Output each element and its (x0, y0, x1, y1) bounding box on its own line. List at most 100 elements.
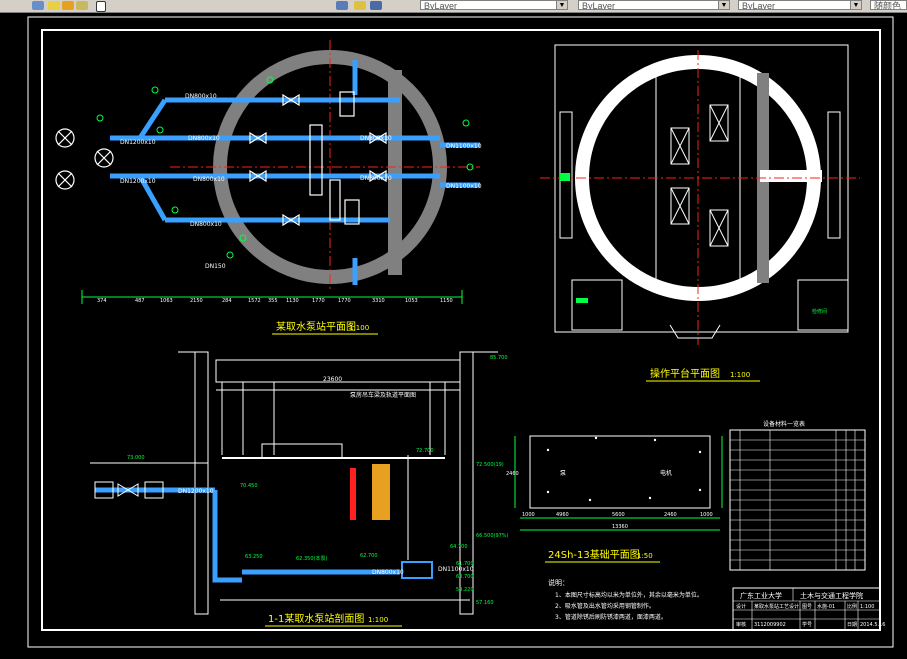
layer-stack-icon[interactable] (336, 1, 348, 10)
elevation-label: 73.000 (127, 455, 145, 461)
pipe-label: DN1200x10 (120, 139, 156, 146)
pipe-label: DN800x10 (193, 176, 225, 183)
platform-scale: 1:100 (730, 371, 750, 379)
pipe-label: DN1200x10 (178, 488, 214, 495)
title-cell: 水施-01 (817, 603, 835, 610)
equipment-table-grid (730, 430, 865, 570)
sun-icon[interactable] (62, 1, 74, 10)
title-cell: 设计 (736, 603, 746, 610)
platform-title: 操作平台平面图 (650, 367, 720, 380)
dimension-text: 1130 (286, 298, 299, 304)
elevation-label: 72.500(19) (476, 462, 504, 468)
foundation-scale: 1:50 (637, 552, 653, 560)
dimension-text: 1000 (522, 512, 535, 518)
elevation-label: 63.250 (245, 554, 263, 560)
lineweight-dropdown-value: ByLayer (742, 1, 776, 10)
equipment-table: 设备材料一览表 (729, 420, 866, 571)
equipment-table-title: 设备材料一览表 (763, 420, 805, 428)
pipe-label: DN800x10 (185, 93, 217, 100)
dimension-text: 4960 (556, 512, 569, 518)
platform-hatches (670, 104, 729, 247)
section-wall-left (194, 351, 209, 615)
pump-station-plan: DN800x10 DN1200x10 DN1200x10 DN800x10 DN… (55, 40, 482, 335)
school-name: 土木与交通工程学院 (800, 591, 863, 600)
dimension-text: 487 (135, 298, 145, 304)
dimension-text: 1150 (440, 298, 453, 304)
dimension-text: 1063 (160, 298, 173, 304)
pipe-label: DN800x10 (360, 175, 392, 182)
note-line: 3、管道除锈后刷防锈漆两道，面漆两道。 (555, 613, 667, 621)
elevation-label: 62.700 (360, 553, 378, 559)
dimension-text: 1572 (248, 298, 261, 304)
foundation-title: 24Sh-13基础平面图 (548, 548, 640, 561)
pipe-label: DN800x10 (372, 569, 404, 576)
color-dropdown-value: ByLayer (424, 1, 458, 10)
elevation-label: 57.160 (476, 600, 494, 606)
pipe-label: DN1100x10 (446, 183, 482, 190)
foundation-outline (529, 435, 711, 509)
title-cell: 2014.5.16 (860, 622, 885, 628)
section-pump-casing (401, 561, 433, 579)
linetype-dropdown-value: ByLayer (582, 1, 616, 10)
title-cell: 图号 (802, 604, 812, 610)
color-square-icon[interactable] (96, 1, 106, 12)
section-scale: 1:100 (368, 616, 388, 624)
dimension-text: 355 (268, 298, 278, 304)
section-motor (350, 468, 356, 520)
chevron-down-icon: ▼ (556, 1, 567, 9)
foundation-bolts (546, 436, 702, 502)
layer-states-icon[interactable] (370, 1, 382, 10)
elevation-label: 85.700 (490, 355, 508, 361)
layer-previous-icon[interactable] (354, 1, 366, 10)
university-name: 广东工业大学 (740, 591, 782, 600)
title-cell: 1:100 (860, 604, 874, 610)
foundation-motor-label: 电机 (660, 469, 672, 477)
dimension-text: 1000 (700, 512, 713, 518)
elevation-label: 62.350(本泵) (296, 555, 327, 562)
foundation-pump-label: 泵 (560, 470, 566, 477)
dimension-text: 1770 (338, 298, 351, 304)
section-title: 1-1某取水泵站剖面图 (268, 612, 364, 625)
title-cell: 日期 (847, 622, 857, 628)
dimension-text: 2150 (190, 298, 203, 304)
title-cell: 某取水泵站工艺设计 (754, 603, 799, 610)
title-cell: 比例 (847, 603, 857, 610)
section-ladder (372, 464, 390, 520)
pipe-label: DN1100x10 (446, 143, 482, 150)
dimension-text: 2460 (664, 512, 677, 518)
dimension-text: 1053 (405, 298, 418, 304)
elevation-label: 59.220 (456, 587, 474, 593)
platform-access-bridge (760, 170, 822, 182)
dimension-text: 3310 (372, 298, 385, 304)
section-suction-pipe (212, 490, 242, 583)
notes-heading: 说明： (548, 578, 569, 587)
color-dropdown[interactable]: ByLayer ▼ (420, 0, 568, 10)
design-notes: 说明： 1、本图尺寸标高均以米为单位外，其余以毫米为单位。 2、吸水管及出水管均… (548, 578, 703, 621)
elevation-label: 66.500(97%) (476, 533, 509, 539)
drawing-canvas[interactable]: DN800x10 DN1200x10 DN1200x10 DN800x10 DN… (0, 12, 907, 659)
note-line: 1、本图尺寸标高均以米为单位外，其余以毫米为单位。 (555, 591, 703, 599)
lock-icon[interactable] (76, 1, 88, 10)
plan-pipes (110, 60, 480, 285)
pipe-label: DN1200x10 (120, 178, 156, 185)
lightbulb-icon[interactable] (48, 1, 60, 10)
section-note: 泵房吊车梁及轨道平面图 (350, 391, 416, 399)
plot-style-dropdown[interactable]: 随颜色 (870, 0, 907, 10)
note-line: 2、吸水管及出水管均采用钢管制作。 (555, 602, 655, 610)
linetype-dropdown[interactable]: ByLayer ▼ (578, 0, 730, 10)
plot-style-value: 随颜色 (874, 1, 902, 10)
layer-manager-icon[interactable] (32, 1, 44, 10)
dimension-text: 374 (97, 298, 107, 304)
chevron-down-icon: ▼ (718, 1, 729, 9)
plan-scale: 1:100 (349, 324, 369, 332)
platform-corner-room-left (571, 279, 623, 331)
chevron-down-icon: ▼ (850, 1, 861, 9)
pipe-label: DN800x10 (360, 135, 392, 142)
dimension-text: 284 (222, 298, 232, 304)
lineweight-dropdown[interactable]: ByLayer ▼ (738, 0, 862, 10)
pipe-label: DN1100x10 (438, 566, 474, 573)
pipe-label: DN800x10 (188, 135, 220, 142)
platform-marker-room (576, 298, 588, 303)
platform-side-door-right (827, 111, 841, 239)
dn-note: DN150 (205, 263, 226, 270)
